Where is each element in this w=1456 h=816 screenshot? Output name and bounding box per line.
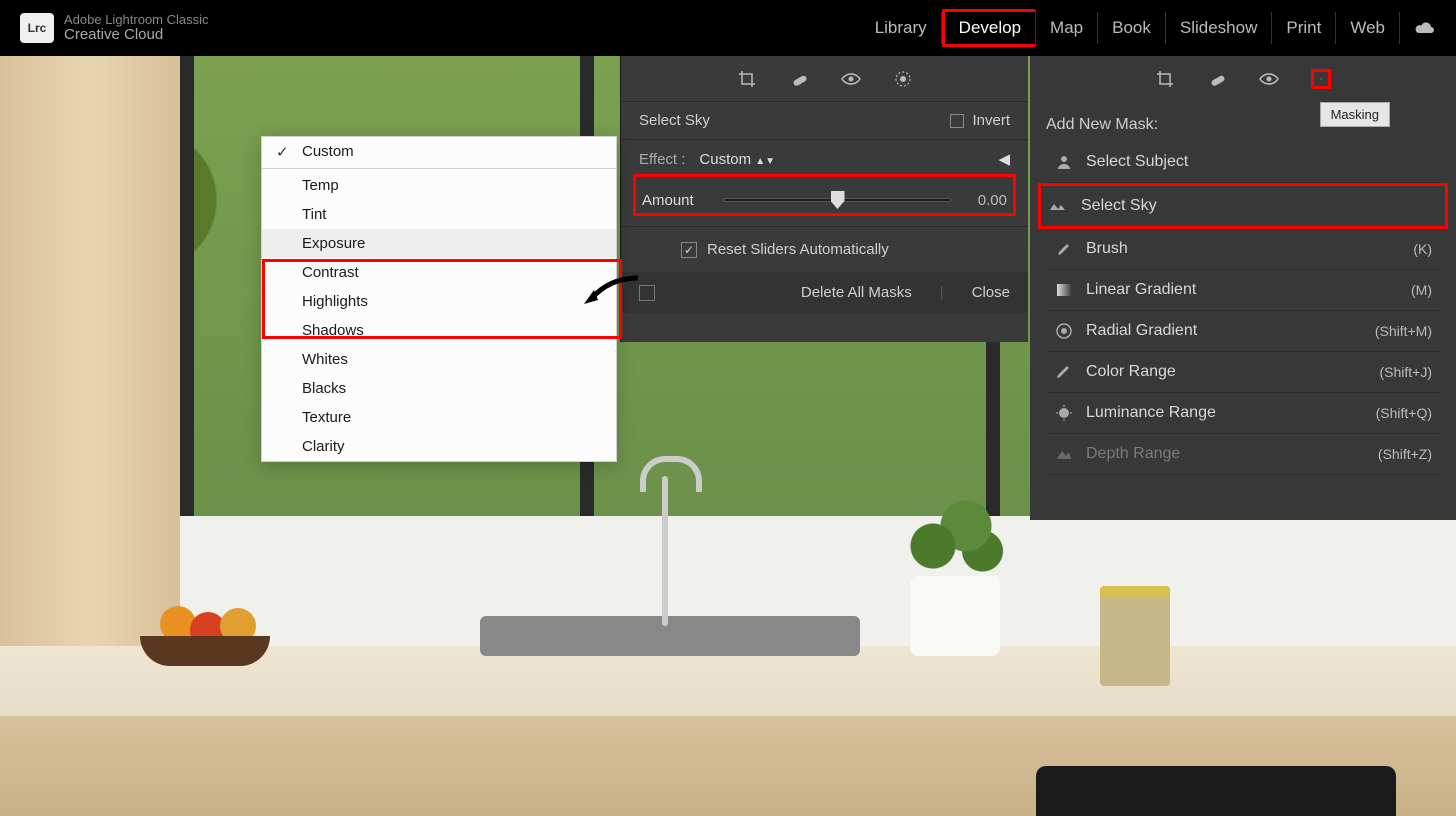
crop-icon[interactable] — [1155, 69, 1175, 89]
color-range-icon — [1054, 362, 1074, 382]
amount-value[interactable]: 0.00 — [963, 192, 1007, 209]
mask-item-radial[interactable]: Radial Gradient (Shift+M) — [1046, 311, 1440, 352]
invert-label: Invert — [972, 112, 1010, 129]
brand-text: Adobe Lightroom Classic Creative Cloud — [64, 13, 209, 44]
mask-label: Luminance Range — [1086, 404, 1364, 422]
crop-icon[interactable] — [737, 69, 757, 89]
luminance-range-icon — [1054, 403, 1074, 423]
mask-label: Radial Gradient — [1086, 322, 1363, 340]
reset-label: Reset Sliders Automatically — [707, 241, 889, 258]
mask-item-luminance[interactable]: Luminance Range (Shift+Q) — [1046, 393, 1440, 434]
mask-shortcut: (M) — [1411, 282, 1432, 298]
mask-item-linear[interactable]: Linear Gradient (M) — [1046, 270, 1440, 311]
module-print[interactable]: Print — [1272, 12, 1336, 44]
mask-item-brush[interactable]: Brush (K) — [1046, 229, 1440, 270]
masking-icon[interactable] — [893, 69, 913, 89]
mask-item-sky[interactable]: Select Sky — [1041, 186, 1445, 226]
redeye-icon[interactable] — [1259, 69, 1279, 89]
dd-temp[interactable]: Temp — [262, 171, 616, 200]
mask-shortcut: (Shift+M) — [1375, 323, 1432, 339]
mask-panel: Masking Add New Mask: Select Subject Sel… — [1030, 56, 1456, 520]
mask-shortcut: (Shift+J) — [1379, 364, 1432, 380]
app-topbar: Lrc Adobe Lightroom Classic Creative Clo… — [0, 0, 1456, 56]
effect-panel: Select Sky Invert Effect : Custom ▲▼ ◀ A… — [620, 56, 1028, 342]
mask-label: Linear Gradient — [1086, 281, 1399, 299]
module-web[interactable]: Web — [1336, 12, 1400, 44]
dd-highlights[interactable]: Highlights — [262, 287, 616, 316]
panel-collapse-icon[interactable]: ◀ — [998, 150, 1010, 168]
mask-label: Brush — [1086, 240, 1401, 258]
mask-tool-row — [1046, 56, 1440, 102]
sky-icon — [1049, 196, 1069, 216]
module-library[interactable]: Library — [861, 12, 942, 44]
amount-highlight-annotation: Amount 0.00 — [633, 174, 1016, 216]
reset-checkbox[interactable]: ✓ — [681, 242, 697, 258]
dd-shadows[interactable]: Shadows — [262, 316, 616, 345]
mask-overlay-toggle[interactable] — [639, 285, 655, 301]
mask-title: Select Sky — [639, 112, 710, 129]
radial-gradient-icon — [1054, 321, 1074, 341]
brand-line1: Adobe Lightroom Classic — [64, 13, 209, 27]
redeye-icon[interactable] — [841, 69, 861, 89]
effect-tool-row — [621, 56, 1028, 102]
effect-label: Effect : — [639, 151, 685, 168]
dd-texture[interactable]: Texture — [262, 403, 616, 432]
heal-icon[interactable] — [789, 69, 809, 89]
subject-icon — [1054, 152, 1074, 172]
close-button[interactable]: Close — [972, 284, 1010, 301]
dd-tint[interactable]: Tint — [262, 200, 616, 229]
mask-label: Color Range — [1086, 363, 1367, 381]
amount-label: Amount — [642, 192, 712, 209]
mask-shortcut: (Shift+Q) — [1376, 405, 1432, 421]
module-develop[interactable]: Develop — [942, 9, 1036, 47]
brush-icon — [1054, 239, 1074, 259]
masking-tooltip: Masking — [1320, 102, 1390, 127]
dd-custom[interactable]: Custom — [262, 137, 616, 166]
masking-icon[interactable] — [1311, 69, 1331, 89]
dd-blacks[interactable]: Blacks — [262, 374, 616, 403]
depth-range-icon — [1054, 444, 1074, 464]
heal-icon[interactable] — [1207, 69, 1227, 89]
brand-line2: Creative Cloud — [64, 27, 209, 44]
dd-whites[interactable]: Whites — [262, 345, 616, 374]
linear-gradient-icon — [1054, 280, 1074, 300]
effect-dropdown[interactable]: Custom ▲▼ — [699, 151, 775, 168]
mask-item-subject[interactable]: Select Subject — [1046, 142, 1440, 183]
mask-label: Select Subject — [1086, 153, 1432, 171]
arrow-annotation — [580, 270, 640, 310]
mask-item-depth: Depth Range (Shift+Z) — [1046, 434, 1440, 475]
dd-contrast[interactable]: Contrast — [262, 258, 616, 287]
module-switcher: Library Develop Map Book Slideshow Print… — [861, 9, 1436, 47]
module-book[interactable]: Book — [1098, 12, 1166, 44]
mask-shortcut: (Shift+Z) — [1378, 446, 1432, 462]
dd-exposure[interactable]: Exposure — [262, 229, 616, 258]
mask-label: Depth Range — [1086, 445, 1366, 463]
cloud-sync-icon[interactable] — [1414, 20, 1436, 36]
delete-all-masks-button[interactable]: Delete All Masks — [801, 284, 912, 301]
select-sky-highlight-annotation: Select Sky — [1038, 183, 1448, 229]
app-logo: Lrc — [20, 13, 54, 43]
mask-shortcut: (K) — [1413, 241, 1432, 257]
mask-label: Select Sky — [1081, 197, 1437, 215]
module-slideshow[interactable]: Slideshow — [1166, 12, 1273, 44]
mask-item-color[interactable]: Color Range (Shift+J) — [1046, 352, 1440, 393]
invert-toggle[interactable]: Invert — [950, 112, 1010, 129]
dd-clarity[interactable]: Clarity — [262, 432, 616, 461]
effect-preset-dropdown: Custom Temp Tint Exposure Contrast Highl… — [261, 136, 617, 462]
amount-slider[interactable] — [724, 191, 951, 209]
module-map[interactable]: Map — [1036, 12, 1098, 44]
